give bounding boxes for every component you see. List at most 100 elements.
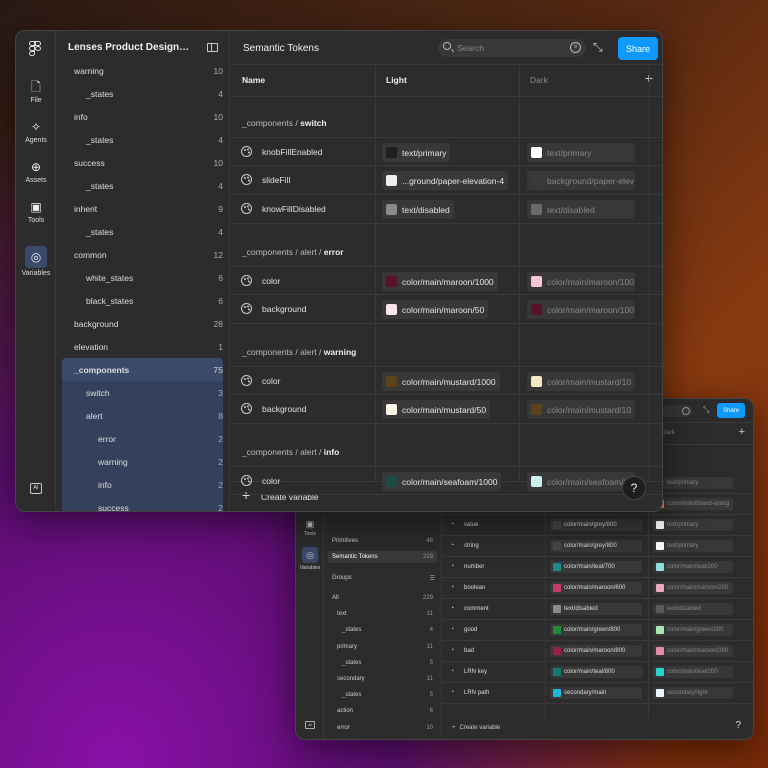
help-button[interactable]: ?: [622, 476, 646, 500]
rail-item-assets[interactable]: ⊕ Assets: [16, 159, 56, 184]
dark-value-chip[interactable]: text/primary: [653, 540, 733, 552]
group-item[interactable]: _states4: [342, 625, 433, 635]
light-value-chip[interactable]: color/main/maroon/1000: [382, 272, 498, 291]
light-value-chip[interactable]: color/main/grey/800: [550, 519, 642, 531]
dark-value-chip[interactable]: text/primary: [527, 143, 635, 162]
dark-value-chip[interactable]: text/primary: [653, 477, 733, 489]
light-value-chip[interactable]: color/main/grey/800: [550, 540, 642, 552]
dark-value-chip[interactable]: color/main/mustard/10: [527, 400, 635, 419]
variable-name[interactable]: LRN key: [464, 669, 487, 675]
group-item[interactable]: common 12: [62, 243, 223, 266]
figma-logo-icon[interactable]: [29, 41, 43, 57]
rail-item-variables[interactable]: ◎ Variables: [296, 547, 324, 571]
dark-value-chip[interactable]: color/main/seafoam/1: [527, 472, 635, 491]
group-item[interactable]: All 229: [332, 593, 433, 603]
group-item[interactable]: white_states 6: [62, 266, 223, 289]
ai-icon[interactable]: AI: [305, 721, 315, 729]
add-mode-icon[interactable]: +: [739, 426, 745, 438]
group-item[interactable]: info 10: [62, 105, 223, 128]
list-options-icon[interactable]: ☰: [430, 575, 435, 582]
sidebar-toggle-icon[interactable]: [207, 43, 218, 52]
dark-value-chip[interactable]: color/main/maroon/100: [527, 300, 635, 319]
variable-name[interactable]: knowFillDisabled: [262, 204, 326, 214]
group-item[interactable]: _components 75: [62, 358, 223, 381]
variable-name[interactable]: good: [464, 627, 477, 633]
dark-value-chip[interactable]: background/paper-elev: [527, 171, 635, 190]
group-item[interactable]: _states 5: [342, 658, 433, 668]
group-item[interactable]: _states4: [342, 739, 433, 740]
variable-row[interactable]: ◔ boolean color/main/maroon/600 color/main/…: [442, 578, 753, 599]
group-item[interactable]: secondary 11: [337, 674, 433, 684]
light-value-chip[interactable]: text/disabled: [382, 200, 454, 219]
variable-row[interactable]: color color/main/seafoam/1000 color/main/s…: [230, 466, 662, 495]
light-value-chip[interactable]: color/main/teal/800: [550, 666, 642, 678]
dark-value-chip[interactable]: text/disabled: [527, 200, 635, 219]
variable-row[interactable]: color color/main/maroon/1000 color/main/ma…: [230, 266, 662, 295]
collection-item[interactable]: Semantic Tokens 229: [328, 551, 437, 563]
variable-name[interactable]: slideFill: [262, 175, 290, 185]
back-help-button[interactable]: ?: [735, 720, 741, 731]
variable-name[interactable]: background: [262, 304, 306, 314]
variable-row[interactable]: background color/main/mustard/50 color/mai…: [230, 395, 662, 424]
light-value-chip[interactable]: color/main/mustard/50: [382, 400, 491, 419]
variable-name[interactable]: LRN path: [464, 690, 489, 696]
variable-name[interactable]: comment: [464, 606, 489, 612]
ai-icon[interactable]: AI: [30, 483, 42, 494]
variable-row[interactable]: ◔ bad color/main/maroon/800 color/main/maro…: [442, 641, 753, 662]
group-item[interactable]: success 10: [62, 151, 223, 174]
group-item[interactable]: _states4: [62, 82, 223, 105]
collapse-icon[interactable]: ⤡: [593, 40, 603, 55]
dark-column-header[interactable]: Dark: [530, 75, 548, 85]
variable-name[interactable]: background: [262, 404, 306, 414]
rail-item-agents[interactable]: ✧ Agents: [16, 119, 56, 144]
light-value-chip[interactable]: color/main/mustard/1000: [382, 372, 500, 391]
light-value-chip[interactable]: color/main/maroon/600: [550, 582, 642, 594]
group-item[interactable]: alert 8: [62, 404, 223, 427]
back-create-variable-button[interactable]: + Create variable: [452, 725, 500, 731]
collapse-icon[interactable]: ⤡: [703, 405, 709, 415]
dark-value-chip[interactable]: color/main/brand-orang: [653, 498, 733, 510]
dark-value-chip[interactable]: color/main/teal/200: [653, 666, 733, 678]
variable-row[interactable]: knobFillEnabled text/primary text/primary: [230, 137, 662, 166]
dark-value-chip[interactable]: text/disabled: [653, 603, 733, 615]
variable-row[interactable]: ◔ good color/main/green/800 color/main/gree…: [442, 620, 753, 641]
light-column-header[interactable]: Light: [386, 75, 407, 85]
group-item[interactable]: success 2: [62, 496, 223, 511]
variable-name[interactable]: knobFillEnabled: [262, 147, 322, 157]
group-item[interactable]: elevation 1: [62, 335, 223, 358]
light-value-chip[interactable]: ...ground/paper-elevation-4: [382, 171, 509, 190]
search-input[interactable]: Search ≡: [438, 39, 586, 57]
group-item[interactable]: switch 3: [62, 381, 223, 404]
group-item[interactable]: background 28: [62, 312, 223, 335]
light-value-chip[interactable]: color/main/seafoam/1000: [382, 472, 502, 491]
variable-name[interactable]: value: [464, 522, 478, 528]
collection-title[interactable]: Semantic Tokens: [243, 43, 319, 54]
dark-column-header[interactable]: Dark: [662, 430, 675, 436]
group-item[interactable]: warning 10: [62, 59, 223, 82]
light-value-chip[interactable]: text/primary: [382, 143, 451, 162]
rail-item-file[interactable]: 🗋 File: [16, 79, 56, 104]
dark-value-chip[interactable]: secondary/light: [653, 687, 733, 699]
group-item[interactable]: _states4: [62, 220, 223, 243]
collection-item[interactable]: Primitives 48: [328, 535, 437, 547]
back-share-button[interactable]: Share: [717, 403, 745, 418]
filter-icon[interactable]: ≡: [570, 42, 581, 53]
variable-row[interactable]: background color/main/maroon/50 color/main…: [230, 295, 662, 324]
light-value-chip[interactable]: secondary/main: [550, 687, 642, 699]
group-item[interactable]: error 10: [337, 723, 433, 733]
dark-value-chip[interactable]: color/main/mustard/10: [527, 372, 635, 391]
variable-row[interactable]: ◔ number color/main/teal/700 color/main/tea…: [442, 557, 753, 578]
variable-row[interactable]: ◔ string color/main/grey/800 text/primary: [442, 536, 753, 557]
variable-name[interactable]: bad: [464, 648, 474, 654]
variable-row[interactable]: slideFill ...ground/paper-elevation-4 back…: [230, 166, 662, 195]
group-item[interactable]: inherit 9: [62, 197, 223, 220]
share-button[interactable]: Share: [618, 37, 658, 60]
light-value-chip[interactable]: color/main/teal/700: [550, 561, 642, 573]
variable-name[interactable]: number: [464, 564, 484, 570]
group-item[interactable]: info 2: [62, 473, 223, 496]
filter-icon[interactable]: [682, 407, 690, 415]
variable-name[interactable]: color: [262, 476, 280, 486]
variable-row[interactable]: ◔ comment text/disabled text/disabled: [442, 599, 753, 620]
variable-name[interactable]: color: [262, 376, 280, 386]
variable-row[interactable]: ◔ LRN path secondary/main secondary/light: [442, 683, 753, 704]
